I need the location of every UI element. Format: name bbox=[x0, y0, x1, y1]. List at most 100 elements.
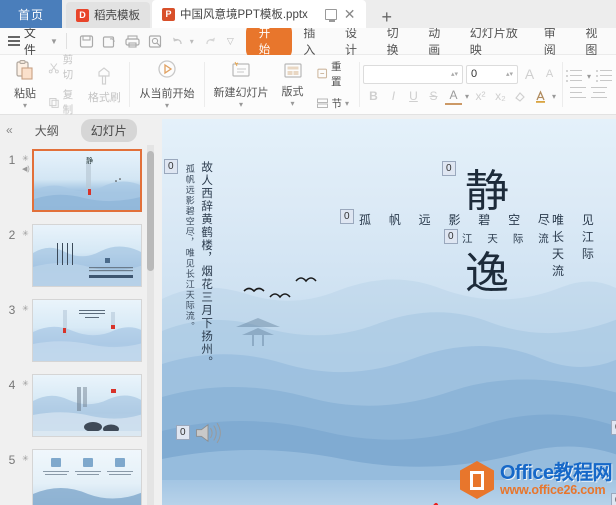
speaker-audio-icon[interactable] bbox=[194, 421, 222, 445]
paste-button[interactable]: 粘贴 ▾ bbox=[5, 57, 45, 112]
thumbnail-item-2[interactable]: 2 ✳ bbox=[0, 224, 160, 287]
font-size-dropdown-icon[interactable]: ▴▾ bbox=[506, 70, 513, 78]
superscript-button[interactable]: x² bbox=[472, 88, 489, 105]
ribbon-group-slideshow: 从当前开始 ▾ bbox=[129, 55, 204, 114]
slide-canvas[interactable]: 故人西辞黄鹤楼，烟花三月下扬州。 孤帆远影碧空尽，唯见长江天际流。 0 静 0 … bbox=[162, 119, 616, 505]
close-icon[interactable]: ✕ bbox=[344, 7, 356, 21]
bold-button[interactable]: B bbox=[365, 88, 382, 105]
font-name-dropdown-icon[interactable]: ▴▾ bbox=[451, 70, 458, 78]
subtitle-left[interactable]: 孤 帆 远 影 碧 空 尽 bbox=[359, 211, 557, 228]
font-row-bottom: B I U S A ▾ x² x₂ ▾ bbox=[365, 88, 556, 105]
print-icon[interactable] bbox=[124, 33, 141, 50]
undo-icon[interactable] bbox=[170, 33, 187, 50]
strikethrough-button[interactable]: S bbox=[425, 88, 442, 105]
align-left-icon[interactable] bbox=[570, 87, 587, 99]
subscript-button[interactable]: x₂ bbox=[492, 88, 509, 105]
poem-line-2: 孤帆远影碧空尽，唯见长江天际流。 bbox=[183, 164, 194, 332]
thumbnail-item-4[interactable]: 4 ✳ bbox=[0, 374, 160, 437]
bullet-list-dropdown-icon[interactable]: ▾ bbox=[587, 72, 591, 81]
underline-button[interactable]: U bbox=[405, 88, 422, 105]
animation-badge-title1[interactable]: 0 bbox=[442, 161, 456, 176]
text-effect-dropdown-icon[interactable]: ▾ bbox=[552, 92, 556, 101]
grow-font-button[interactable]: A bbox=[521, 66, 538, 83]
reset-label: 重置 bbox=[330, 60, 342, 88]
window-tab-bar: 首页 D 稻壳模板 P 中国风意境PPT模板.pptx ✕ + bbox=[0, 0, 616, 28]
title-char-jing[interactable]: 静 bbox=[465, 155, 509, 219]
thumbnail-item-3[interactable]: 3 ✳ bbox=[0, 299, 160, 362]
thumbnail-preview[interactable]: 静 bbox=[32, 149, 142, 212]
italic-button[interactable]: I bbox=[385, 88, 402, 105]
slides-small-buttons: 重置 节 ▾ bbox=[313, 58, 354, 112]
font-size-input[interactable]: 0 ▴▾ bbox=[465, 64, 518, 84]
thumbnail-list[interactable]: 1 ✳ ◀) 静 2 ✳ 3 ✳ 4 ✳ 5 ✳ bbox=[0, 145, 160, 505]
format-painter-label: 格式刷 bbox=[87, 91, 121, 104]
thumbnail-preview[interactable] bbox=[32, 449, 142, 505]
align-center-icon[interactable] bbox=[591, 87, 608, 99]
birds-flock bbox=[243, 277, 317, 299]
home-tab[interactable]: 首页 bbox=[0, 0, 62, 28]
thumbnail-preview[interactable] bbox=[32, 374, 142, 437]
save-as-icon[interactable] bbox=[101, 33, 118, 50]
tab-dock-template[interactable]: D 稻壳模板 bbox=[66, 2, 150, 28]
new-tab-button[interactable]: + bbox=[382, 7, 393, 28]
font-color-button[interactable]: A bbox=[444, 88, 462, 105]
thumbnail-marks: ✳ bbox=[22, 299, 32, 315]
thumbnail-scrollbar-thumb[interactable] bbox=[147, 151, 154, 271]
ribbon-group-clipboard: 粘贴 ▾ 剪切 复制 格式刷 bbox=[0, 54, 129, 116]
animation-badge-subtitle-small[interactable]: 0 bbox=[444, 229, 458, 244]
monitor-icon[interactable] bbox=[324, 8, 337, 22]
bullet-list-icon[interactable] bbox=[565, 70, 582, 82]
redo-icon[interactable] bbox=[201, 33, 218, 50]
section-button[interactable]: 节 ▾ bbox=[313, 95, 354, 112]
animation-mark-icon: ✳ bbox=[22, 304, 29, 313]
layout-button[interactable]: 版式 ▾ bbox=[273, 59, 313, 110]
text-effect-icon[interactable] bbox=[532, 88, 549, 105]
font-row-top: ▴▾ 0 ▴▾ A A bbox=[362, 64, 558, 84]
animation-badge-audio[interactable]: 0 bbox=[176, 425, 190, 440]
copy-button[interactable]: 复制 bbox=[45, 86, 84, 118]
animation-badge-eng-1[interactable]: 0 bbox=[611, 420, 616, 435]
ribbon-group-slides: 新建幻灯片 ▾ 版式 ▾ 重置 节 ▾ bbox=[204, 55, 359, 114]
tab-slides[interactable]: 幻灯片 bbox=[80, 118, 137, 142]
poem-vertical-text[interactable]: 故人西辞黄鹤楼，烟花三月下扬州。 bbox=[197, 161, 217, 416]
start-from-current-button[interactable]: 从当前开始 ▾ bbox=[134, 57, 199, 112]
animation-mark-icon: ✳ bbox=[22, 229, 29, 238]
collapse-panel-icon[interactable]: « bbox=[6, 123, 13, 137]
thumbnail-item-1[interactable]: 1 ✳ ◀) 静 bbox=[0, 149, 160, 212]
reset-button[interactable]: 重置 bbox=[313, 58, 354, 90]
paste-label: 粘贴 bbox=[14, 88, 36, 100]
menu-bar: 文件 ▼ ▾ ▽ 开始 插入 设计 切换 动画 幻灯片放映 审阅 视图 bbox=[0, 22, 616, 60]
tab-presentation-file[interactable]: P 中国风意境PPT模板.pptx ✕ bbox=[152, 0, 366, 28]
subtitle-small[interactable]: 江 天 际 流 bbox=[462, 231, 555, 246]
animation-badge-subtitle-left[interactable]: 0 bbox=[340, 209, 354, 224]
thumbnail-marks: ✳ bbox=[22, 224, 32, 240]
title-char-yi[interactable]: 逸 bbox=[465, 237, 509, 301]
customize-quick-access-icon[interactable]: ▽ bbox=[227, 36, 234, 47]
watermark: Office教程网 www.office26.com bbox=[454, 457, 614, 503]
poem-vertical-text-2[interactable]: 孤帆远影碧空尽，唯见长江天际流。 bbox=[180, 164, 196, 394]
format-painter-button[interactable]: 格式刷 bbox=[84, 63, 124, 107]
save-icon[interactable] bbox=[78, 33, 95, 50]
numbered-list-icon[interactable] bbox=[596, 70, 612, 82]
font-name-input[interactable]: ▴▾ bbox=[362, 64, 463, 84]
font-color-dropdown-icon[interactable]: ▾ bbox=[465, 92, 469, 101]
thumbnail-preview[interactable] bbox=[32, 224, 142, 287]
undo-dropdown-icon[interactable]: ▾ bbox=[190, 37, 194, 46]
new-slide-button[interactable]: 新建幻灯片 ▾ bbox=[209, 58, 272, 111]
ribbon-toolbar: 粘贴 ▾ 剪切 复制 格式刷 从当前开始 ▾ 新建幻灯片 ▾ 版式 ▾ 重置 节… bbox=[0, 54, 616, 116]
animation-mark-icon: ✳ bbox=[22, 154, 29, 163]
start-from-current-label: 从当前开始 bbox=[139, 88, 195, 100]
print-preview-icon[interactable] bbox=[147, 33, 164, 50]
cut-label: 剪切 bbox=[62, 54, 74, 81]
animation-mark-icon: ✳ bbox=[22, 454, 29, 463]
thumbnail-item-5[interactable]: 5 ✳ bbox=[0, 449, 160, 505]
layout-label: 版式 bbox=[281, 86, 304, 98]
subtitle-right[interactable]: 唯 见 长 江 天 际 流 bbox=[552, 211, 616, 279]
tab-outline[interactable]: 大纲 bbox=[25, 119, 69, 142]
thumbnail-marks: ✳ bbox=[22, 374, 32, 390]
animation-badge-poem[interactable]: 0 bbox=[164, 159, 178, 174]
thumbnail-preview[interactable] bbox=[32, 299, 142, 362]
cut-button[interactable]: 剪切 bbox=[45, 51, 84, 83]
clear-format-icon[interactable] bbox=[512, 88, 529, 105]
shrink-font-button[interactable]: A bbox=[541, 66, 558, 83]
